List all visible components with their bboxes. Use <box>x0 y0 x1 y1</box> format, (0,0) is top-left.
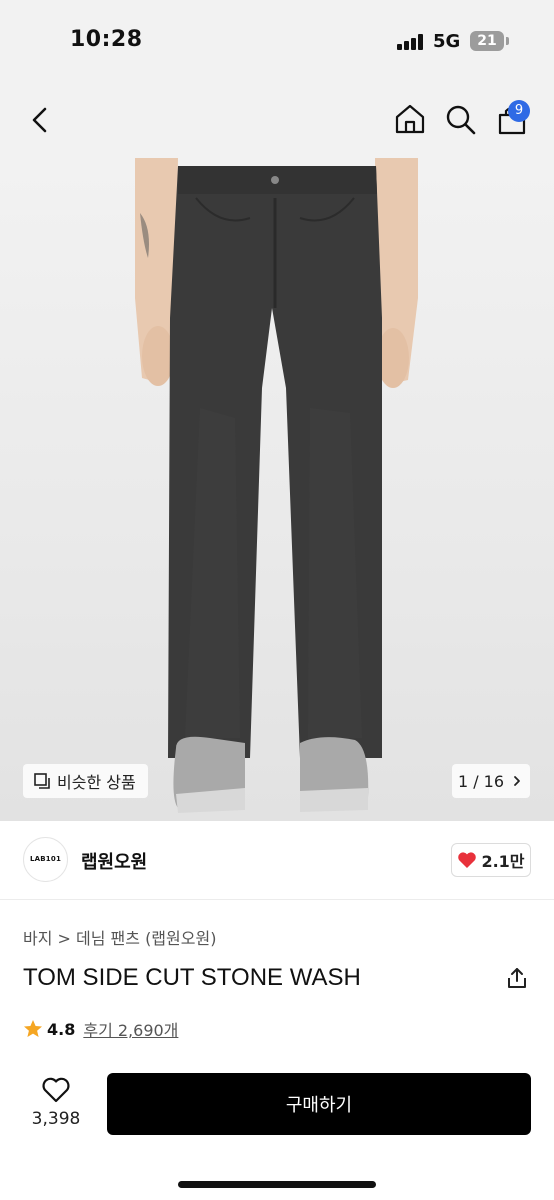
rating-row: 4.8 후기 2,690개 <box>23 1017 178 1041</box>
buy-button[interactable]: 구매하기 <box>107 1073 531 1135</box>
wishlist-button[interactable]: 3,398 <box>23 1074 89 1134</box>
rating-score: 4.8 <box>47 1019 76 1039</box>
image-pager[interactable]: 1 / 16 <box>452 764 530 798</box>
status-bar: 10:28 5G 21 <box>0 0 554 84</box>
brand-logo[interactable]: LAB101 <box>23 837 68 882</box>
product-title: TOM SIDE CUT STONE WASH <box>23 964 361 991</box>
cart-badge: 9 <box>508 100 530 122</box>
home-icon[interactable] <box>394 103 426 135</box>
battery-icon: 21 <box>470 31 504 51</box>
product-image[interactable] <box>0 158 554 821</box>
share-icon[interactable] <box>505 966 529 990</box>
search-icon[interactable] <box>445 104 477 136</box>
breadcrumb[interactable]: 바지 > 데님 팬츠 (랩원오원) <box>23 925 216 949</box>
chevron-right-icon <box>514 776 520 786</box>
brand-name[interactable]: 랩원오원 <box>81 848 147 874</box>
similar-products-label: 비슷한 상품 <box>57 773 136 792</box>
star-icon <box>24 1020 42 1037</box>
brand-logo-text: LAB101 <box>29 855 62 863</box>
pager-label: 1 / 16 <box>457 771 505 791</box>
jeans-illustration <box>135 158 418 813</box>
wishlist-count: 3,398 <box>31 1109 81 1129</box>
heart-icon <box>458 852 477 868</box>
network-label: 5G <box>433 31 461 52</box>
similar-icon <box>34 773 50 789</box>
similar-products-button[interactable]: 비슷한 상품 <box>23 764 148 798</box>
brand-row: LAB101 랩원오원 2.1만 <box>0 821 554 900</box>
battery-tip <box>506 37 509 45</box>
brand-like-button[interactable]: 2.1만 <box>451 843 531 877</box>
brand-like-count: 2.1만 <box>481 852 525 871</box>
status-time: 10:28 <box>70 27 143 52</box>
review-link[interactable]: 후기 2,690개 <box>83 1017 178 1041</box>
signal-icon <box>397 34 427 50</box>
back-icon[interactable] <box>28 106 52 134</box>
heart-outline-icon <box>42 1077 70 1103</box>
home-indicator <box>178 1181 376 1188</box>
